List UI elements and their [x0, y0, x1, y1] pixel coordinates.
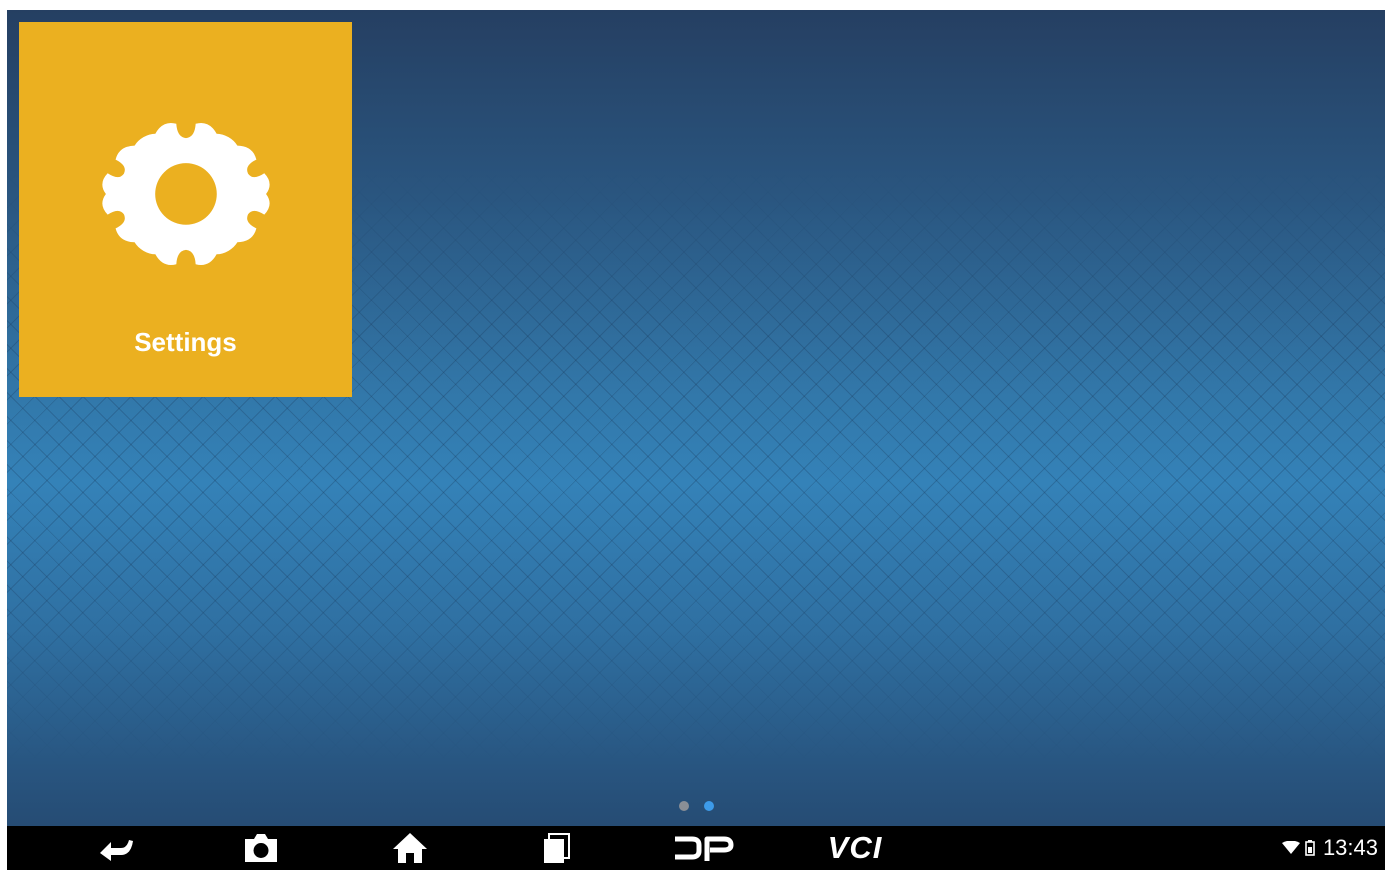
camera-icon [245, 834, 277, 862]
settings-tile[interactable]: Settings [19, 22, 352, 397]
page-dot-1[interactable] [679, 801, 689, 811]
screenshot-button[interactable] [237, 826, 285, 870]
wifi-icon [1281, 841, 1300, 854]
home-button[interactable] [385, 826, 435, 870]
clock: 13:43 [1322, 835, 1378, 860]
dp-logo-icon [675, 836, 734, 861]
settings-label: Settings [134, 327, 237, 357]
home-screen: Settings VCI 13:43 [7, 10, 1385, 870]
home-icon [393, 833, 427, 863]
status-area: 13:43 [1281, 826, 1378, 870]
back-button[interactable] [92, 826, 142, 870]
gear-icon [102, 122, 270, 265]
vci-label: VCI [827, 830, 883, 865]
recent-apps-button[interactable] [534, 826, 578, 870]
back-arrow-icon [100, 840, 133, 861]
battery-icon [1305, 840, 1315, 856]
recent-apps-icon [544, 833, 570, 863]
navigation-bar: VCI 13:43 [7, 826, 1385, 870]
vci-button[interactable]: VCI [815, 826, 895, 870]
page-indicator [679, 801, 714, 811]
dp-button[interactable] [671, 826, 735, 870]
page-dot-2-active[interactable] [704, 801, 714, 811]
